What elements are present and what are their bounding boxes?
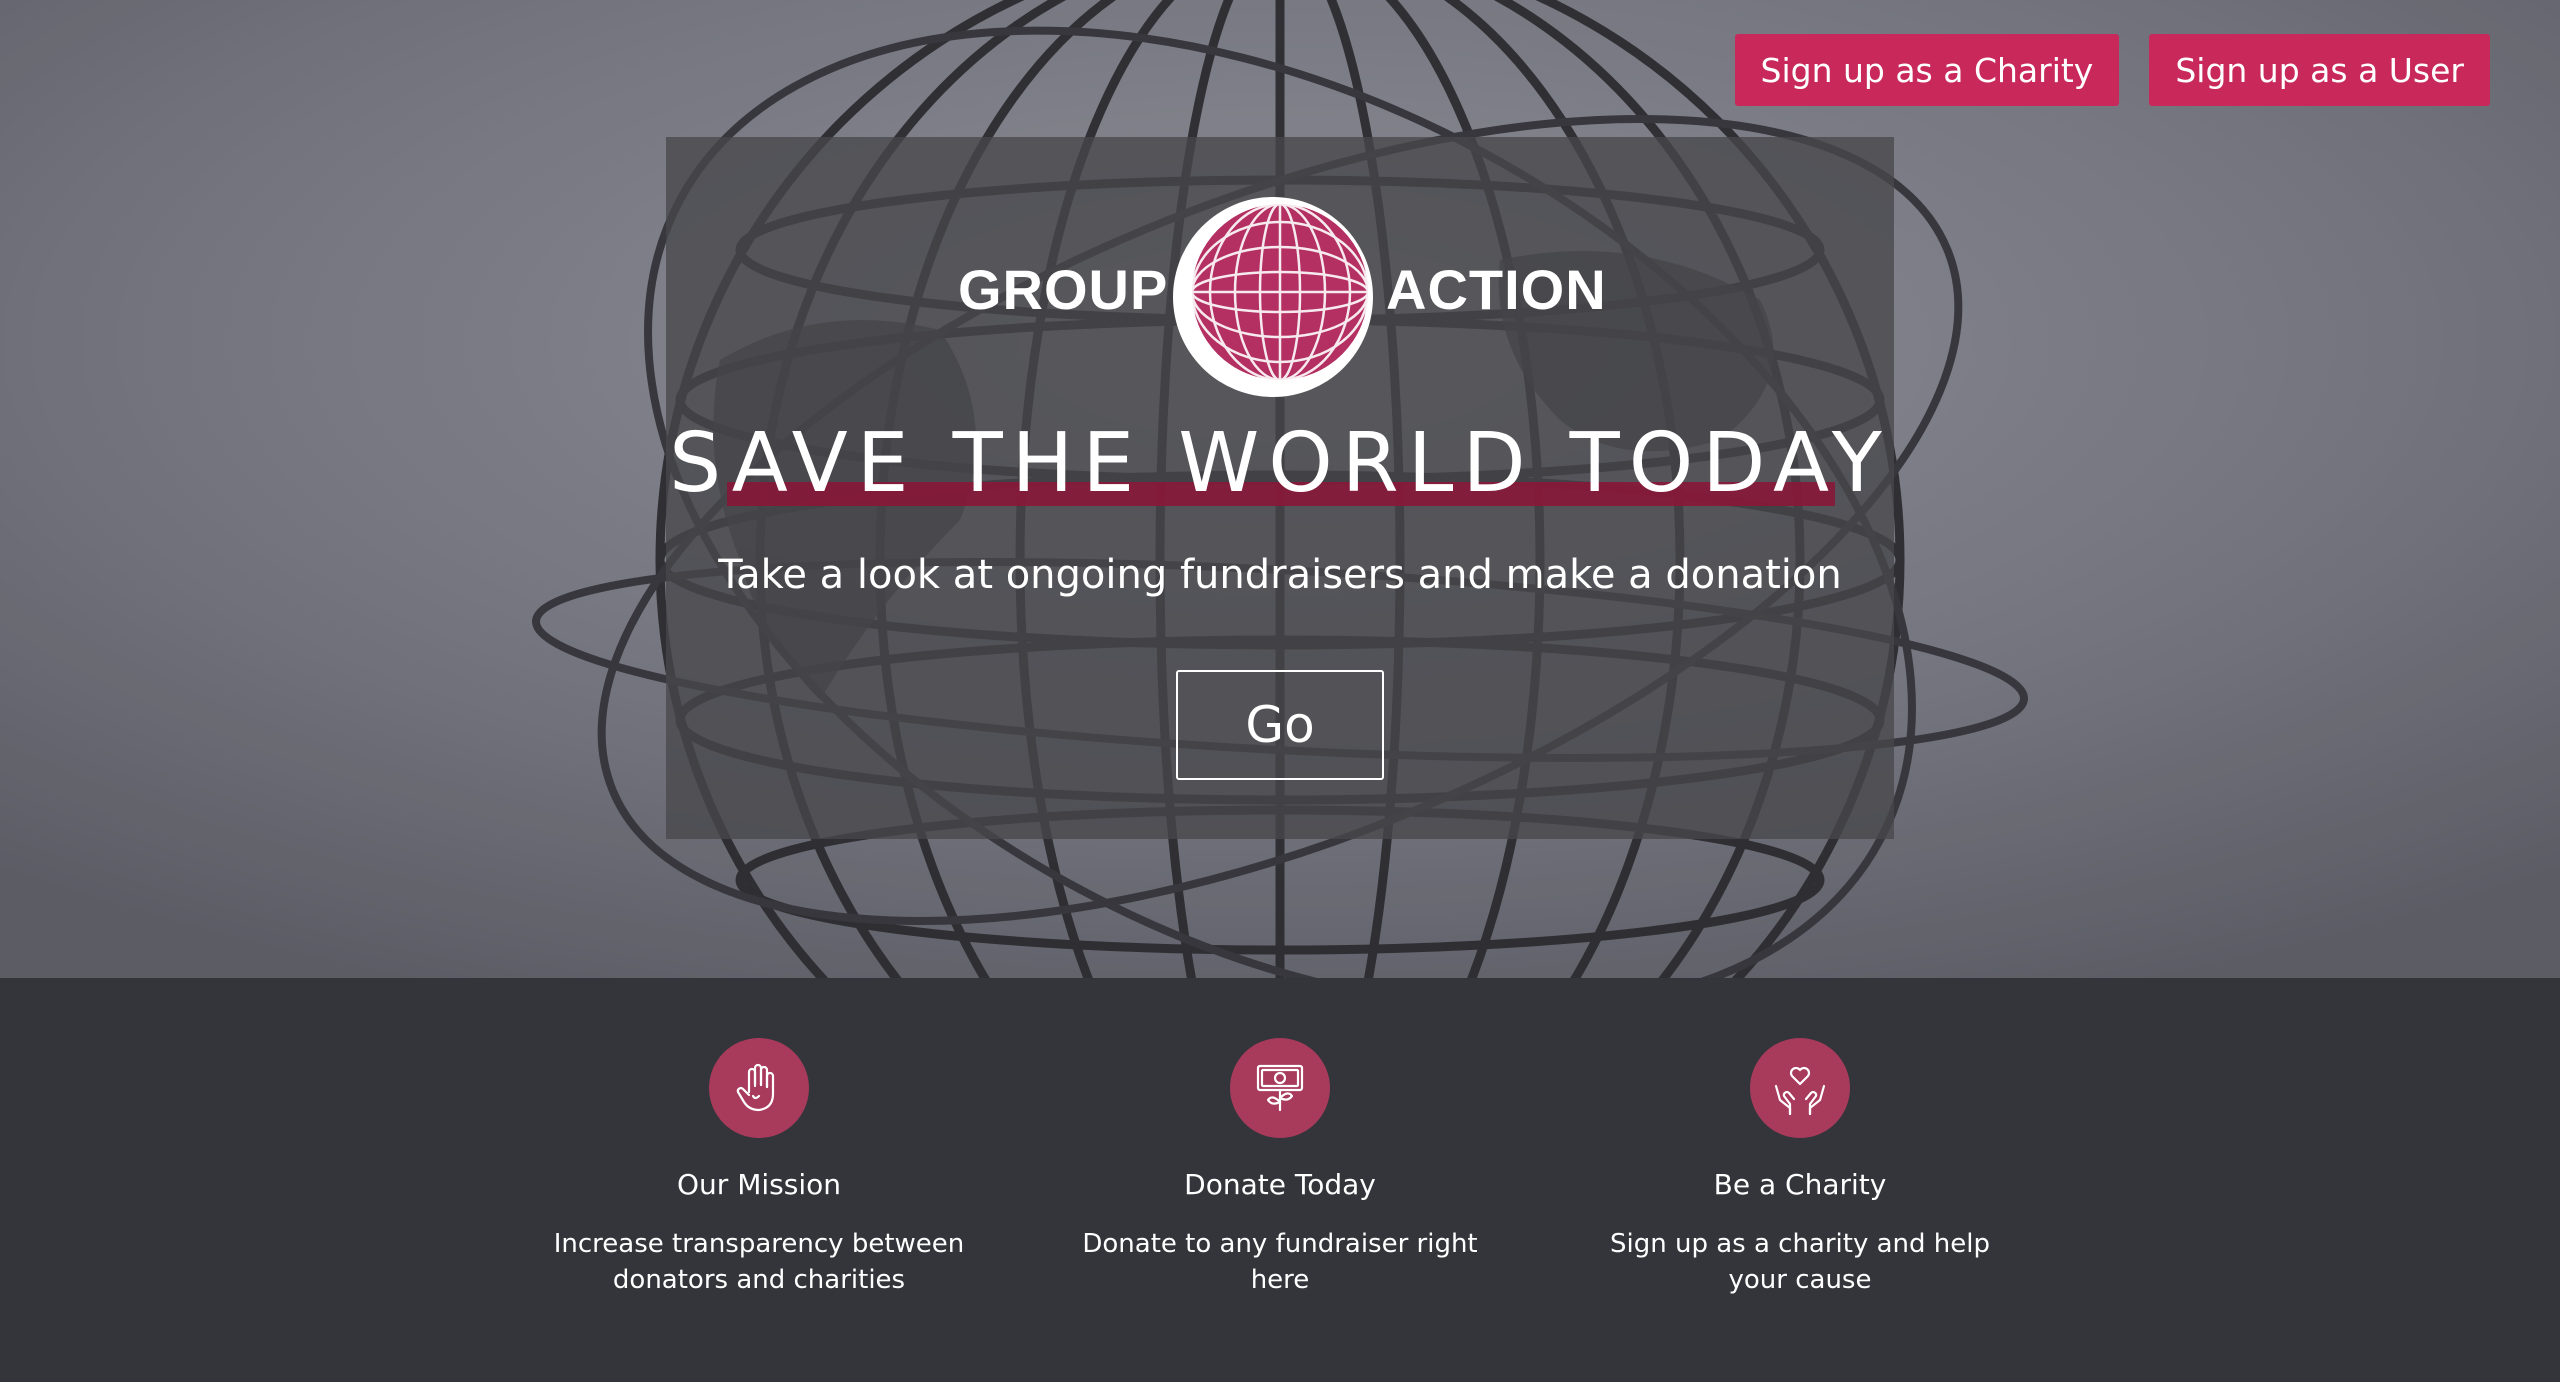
hand-icon xyxy=(709,1038,809,1138)
logo-globe-icon xyxy=(1173,197,1373,397)
go-button[interactable]: Go xyxy=(1176,670,1384,780)
feature-text: Donate to any fundraiser right here xyxy=(1082,1229,1478,1295)
hero-section: Sign up as a Charity Sign up as a User G… xyxy=(0,0,2560,978)
features-section: Our Mission Increase transparency betwee… xyxy=(0,978,2560,1382)
logo-word-left: GROUP xyxy=(958,258,1169,321)
signup-charity-button[interactable]: Sign up as a Charity xyxy=(1734,34,2120,106)
money-plant-icon xyxy=(1230,1038,1330,1138)
signup-user-button[interactable]: Sign up as a User xyxy=(2149,34,2490,106)
top-nav: Sign up as a Charity Sign up as a User xyxy=(1734,34,2490,106)
hero-panel: GROUP ACTION SAVE THE WORLD TODAY Take a… xyxy=(666,137,1894,839)
feature-text: Sign up as a charity and help your cause xyxy=(1609,1229,1990,1295)
page-headline: SAVE THE WORLD TODAY xyxy=(669,416,1891,511)
feature-text: Increase transparency between donators a… xyxy=(553,1229,965,1295)
feature-title: Donate Today xyxy=(1184,1168,1376,1201)
feature-title: Be a Charity xyxy=(1713,1168,1887,1201)
hero-subtext: Take a look at ongoing fundraisers and m… xyxy=(718,552,1842,598)
logo-word-right: ACTION xyxy=(1386,258,1607,321)
headline-wrap: SAVE THE WORLD TODAY xyxy=(666,415,1894,513)
hands-heart-icon xyxy=(1750,1038,1850,1138)
group-action-logo: GROUP ACTION xyxy=(666,192,1894,397)
feature-title: Our Mission xyxy=(677,1168,841,1201)
